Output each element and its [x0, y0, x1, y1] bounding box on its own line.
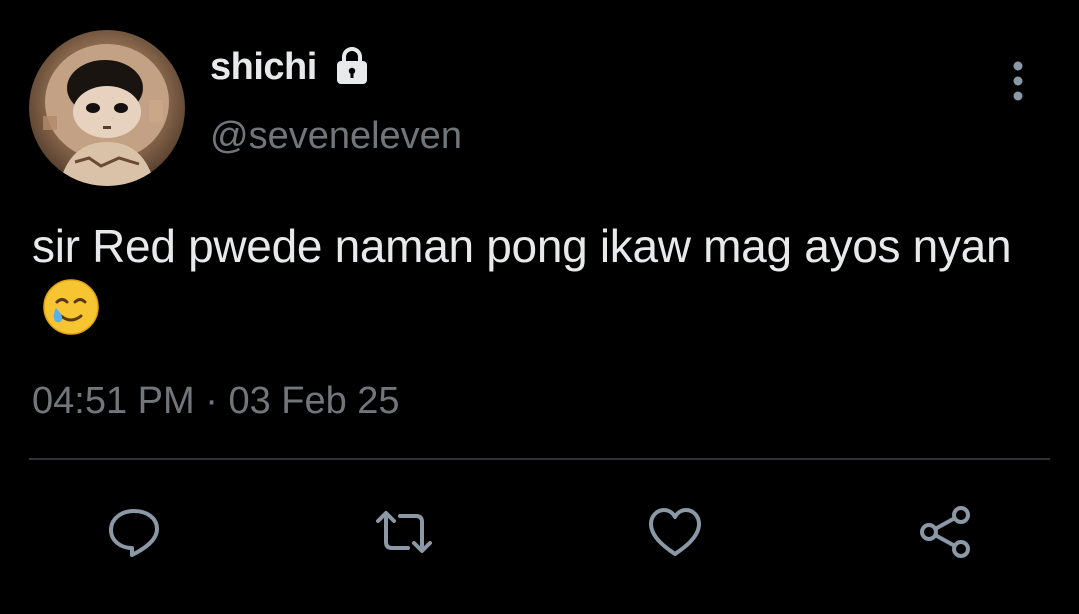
lock-icon — [330, 44, 374, 88]
tweet-timestamp[interactable]: 04:51 PM · 03 Feb 25 — [32, 380, 400, 423]
timestamp-separator: · — [205, 380, 218, 422]
smiling-face-with-tear-icon — [42, 278, 100, 336]
tweet-detail: shichi @seveneleven sir Red pwede naman … — [0, 0, 1079, 614]
avatar-image — [29, 30, 185, 186]
avatar[interactable] — [29, 30, 185, 186]
tweet-date: 03 Feb 25 — [228, 380, 400, 422]
reply-button[interactable] — [102, 500, 166, 564]
tweet-text: sir Red pwede naman pong ikaw mag ayos n… — [32, 214, 1032, 344]
reply-icon — [109, 509, 159, 557]
tweet-time: 04:51 PM — [32, 380, 195, 422]
heart-icon — [649, 508, 701, 556]
more-options-icon[interactable] — [1000, 58, 1036, 104]
user-handle[interactable]: @seveneleven — [210, 115, 462, 158]
share-button[interactable] — [913, 500, 977, 564]
divider — [29, 458, 1050, 460]
tweet-body: sir Red pwede naman pong ikaw mag ayos n… — [32, 220, 1012, 272]
retweet-icon — [376, 511, 432, 553]
display-name[interactable]: shichi — [210, 46, 317, 89]
like-button[interactable] — [643, 500, 707, 564]
share-icon — [920, 506, 970, 558]
retweet-button[interactable] — [372, 500, 436, 564]
